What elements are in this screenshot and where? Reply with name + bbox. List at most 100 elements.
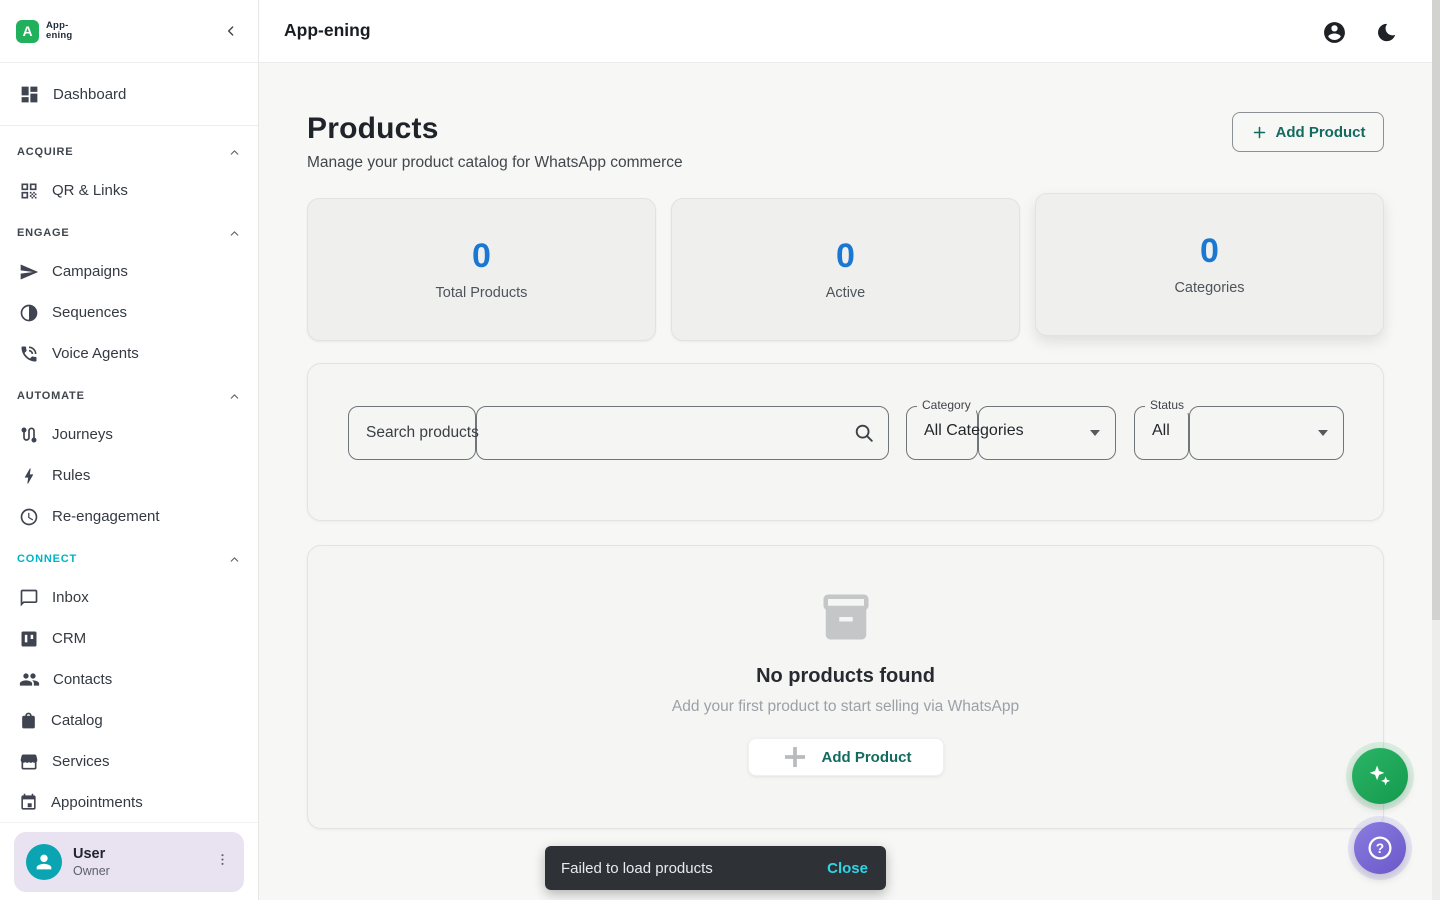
sidebar-item-label: Rules bbox=[52, 467, 90, 484]
person-icon bbox=[33, 851, 55, 873]
send-icon bbox=[19, 262, 39, 282]
main-content: App-ening Products Manage your product c… bbox=[259, 0, 1432, 900]
stat-label: Active bbox=[826, 285, 866, 301]
sidebar-item-crm[interactable]: CRM bbox=[0, 618, 258, 659]
search-input[interactable] bbox=[348, 406, 889, 460]
sidebar-item-label: Inbox bbox=[52, 589, 89, 606]
sidebar-item-appointments[interactable]: Appointments bbox=[0, 782, 258, 822]
sidebar-item-label: CRM bbox=[52, 630, 86, 647]
dropdown-caret-icon bbox=[1318, 430, 1328, 436]
dropdown-caret-icon bbox=[1090, 430, 1100, 436]
stat-value: 0 bbox=[1200, 234, 1219, 268]
sidebar-footer: User Owner bbox=[0, 822, 258, 900]
empty-add-product-button[interactable]: Add Product bbox=[748, 738, 944, 776]
sidebar-item-re-engagement[interactable]: Re-engagement bbox=[0, 496, 258, 537]
clock-icon bbox=[19, 507, 39, 527]
category-select[interactable]: Category All Categories bbox=[906, 406, 1116, 460]
sidebar-item-campaigns[interactable]: Campaigns bbox=[0, 251, 258, 292]
sidebar-item-qr-links[interactable]: QR & Links bbox=[0, 170, 258, 211]
dashboard-icon bbox=[19, 84, 40, 105]
sidebar-item-label: Journeys bbox=[52, 426, 113, 443]
sidebar-collapse-button[interactable] bbox=[218, 18, 244, 44]
user-card[interactable]: User Owner bbox=[14, 832, 244, 892]
page-subtitle: Manage your product catalog for WhatsApp… bbox=[307, 154, 683, 172]
sidebar-item-journeys[interactable]: Journeys bbox=[0, 414, 258, 455]
people-icon bbox=[19, 669, 40, 690]
stat-label: Categories bbox=[1174, 280, 1244, 296]
sidebar-item-label: QR & Links bbox=[52, 182, 128, 199]
sidebar-item-dashboard[interactable]: Dashboard bbox=[0, 73, 258, 115]
chevron-up-icon bbox=[228, 227, 241, 240]
sidebar-item-catalog[interactable]: Catalog bbox=[0, 700, 258, 741]
sidebar-item-inbox[interactable]: Inbox bbox=[0, 577, 258, 618]
sidebar-item-rules[interactable]: Rules bbox=[0, 455, 258, 496]
shopping-bag-icon bbox=[19, 711, 38, 730]
header-title: App-ening bbox=[284, 20, 371, 41]
section-header-acquire[interactable]: ACQUIRE bbox=[0, 134, 258, 170]
app-logo-text: App- ening bbox=[46, 21, 72, 41]
sidebar-header: A App- ening bbox=[0, 0, 258, 63]
status-label: Status bbox=[1145, 398, 1189, 413]
ai-assistant-fab[interactable] bbox=[1352, 748, 1408, 804]
status-value: All bbox=[1152, 422, 1170, 440]
chat-bubble-icon bbox=[19, 588, 39, 608]
sidebar-item-label: Voice Agents bbox=[52, 345, 139, 362]
storefront-icon bbox=[19, 752, 39, 772]
account-button[interactable] bbox=[1321, 19, 1347, 45]
toast-notification: Failed to load products Close bbox=[545, 846, 886, 890]
avatar bbox=[26, 844, 62, 880]
chevron-up-icon bbox=[228, 390, 241, 403]
section-header-connect[interactable]: CONNECT bbox=[0, 541, 258, 577]
sidebar-item-label: Campaigns bbox=[52, 263, 128, 280]
add-product-button[interactable]: Add Product bbox=[1232, 112, 1384, 152]
toast-close-button[interactable]: Close bbox=[825, 856, 870, 881]
chevron-up-icon bbox=[228, 553, 241, 566]
plus-icon bbox=[1251, 124, 1268, 141]
user-role: Owner bbox=[73, 864, 110, 878]
sidebar-item-contacts[interactable]: Contacts bbox=[0, 659, 258, 700]
kebab-menu-icon bbox=[215, 852, 230, 867]
user-meta: User Owner bbox=[73, 846, 110, 878]
search-field bbox=[348, 406, 889, 460]
sidebar-item-label: Services bbox=[52, 753, 110, 770]
stat-label: Total Products bbox=[436, 285, 528, 301]
page-title: Products bbox=[307, 112, 439, 146]
user-menu-button[interactable] bbox=[211, 848, 234, 876]
section-header-engage[interactable]: ENGAGE bbox=[0, 215, 258, 251]
sidebar-item-label: Sequences bbox=[52, 304, 127, 321]
app-logo-icon: A bbox=[16, 20, 39, 43]
help-fab[interactable]: ? bbox=[1354, 822, 1406, 874]
help-icon: ? bbox=[1365, 833, 1395, 863]
svg-text:?: ? bbox=[1376, 841, 1384, 856]
sidebar-nav: Dashboard ACQUIRE QR & Links ENGAGE Camp… bbox=[0, 63, 258, 822]
chevron-left-icon bbox=[223, 23, 239, 39]
empty-state-title: No products found bbox=[756, 665, 935, 688]
section-header-automate[interactable]: AUTOMATE bbox=[0, 378, 258, 414]
dark-mode-toggle[interactable] bbox=[1373, 19, 1399, 45]
qr-code-icon bbox=[19, 181, 39, 201]
stat-value: 0 bbox=[836, 239, 855, 273]
status-select[interactable]: Status All bbox=[1134, 406, 1344, 460]
scrollbar-thumb[interactable] bbox=[1432, 0, 1440, 620]
divider bbox=[0, 125, 258, 126]
category-value: All Categories bbox=[924, 422, 1024, 440]
user-name: User bbox=[73, 846, 110, 862]
sidebar-item-label: Re-engagement bbox=[52, 508, 160, 525]
moon-icon bbox=[1375, 21, 1398, 44]
calendar-icon bbox=[19, 793, 38, 812]
plus-icon bbox=[780, 742, 810, 772]
sidebar-item-services[interactable]: Services bbox=[0, 741, 258, 782]
phone-in-talk-icon bbox=[19, 344, 39, 364]
sidebar-item-voice-agents[interactable]: Voice Agents bbox=[0, 333, 258, 374]
sidebar-item-label: Contacts bbox=[53, 671, 112, 688]
sidebar-item-label: Catalog bbox=[51, 712, 103, 729]
chevron-up-icon bbox=[228, 146, 241, 159]
inventory-box-icon bbox=[819, 590, 873, 649]
category-label: Category bbox=[917, 398, 976, 413]
top-header: App-ening bbox=[259, 0, 1432, 63]
half-circle-icon bbox=[19, 303, 39, 323]
stat-value: 0 bbox=[472, 239, 491, 273]
app-logo-letter: A bbox=[22, 23, 32, 39]
stat-card-categories: 0 Categories bbox=[1035, 193, 1384, 336]
sidebar-item-sequences[interactable]: Sequences bbox=[0, 292, 258, 333]
